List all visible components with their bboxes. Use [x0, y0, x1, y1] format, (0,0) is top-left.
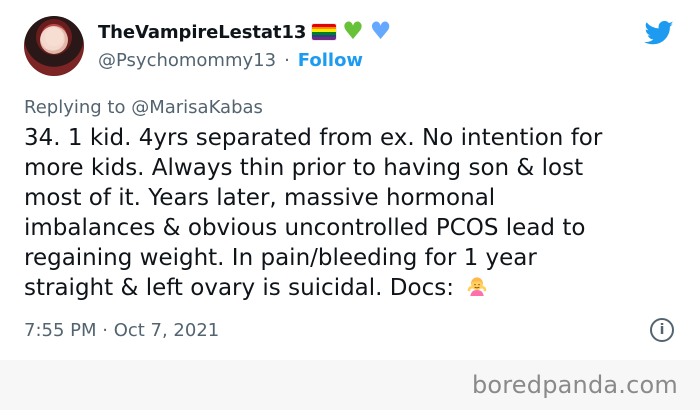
handle[interactable]: @Psychomommy13	[98, 50, 276, 71]
replying-to: Replying to @MarisaKabas	[24, 97, 263, 118]
green-heart-icon: ♥	[342, 17, 364, 45]
tweet-line: imbalances & obvious uncontrolled PCOS l…	[24, 215, 586, 241]
tweet-card: TheVampireLestat13 ♥ ♥ @Psychomommy13 · …	[0, 0, 700, 360]
handle-separator: ·	[284, 50, 290, 71]
display-name[interactable]: TheVampireLestat13	[98, 22, 306, 43]
twitter-bird-icon[interactable]	[642, 18, 676, 48]
blue-heart-icon: ♥	[369, 17, 392, 45]
tweet-line: 34. 1 kid. 4yrs separated from ex. No in…	[24, 125, 603, 151]
tweet-timestamp[interactable]: 7:55 PM · Oct 7, 2021	[24, 320, 219, 341]
info-icon[interactable]: i	[650, 318, 674, 342]
boredpanda-watermark: boredpanda.com	[471, 371, 678, 399]
person-shrugging-emoji	[467, 277, 487, 296]
tweet-line: more kids. Always thin prior to having s…	[24, 155, 584, 181]
tweet-line-with-emoji: straight & left ovary is suicidal. Docs:	[24, 273, 664, 303]
author-name-row: TheVampireLestat13 ♥ ♥	[98, 17, 392, 45]
tweet-line: regaining weight. In pain/bleeding for 1…	[24, 245, 537, 271]
author-handle-row: @Psychomommy13 · Follow	[98, 50, 363, 71]
tweet-text: 34. 1 kid. 4yrs separated from ex. No in…	[24, 123, 664, 303]
profile-avatar[interactable]	[24, 16, 84, 76]
rainbow-flag-icon	[312, 24, 337, 40]
tweet-line: straight & left ovary is suicidal. Docs:	[24, 275, 454, 301]
tweet-line: most of it. Years later, massive hormona…	[24, 185, 496, 211]
follow-button[interactable]: Follow	[298, 50, 363, 71]
